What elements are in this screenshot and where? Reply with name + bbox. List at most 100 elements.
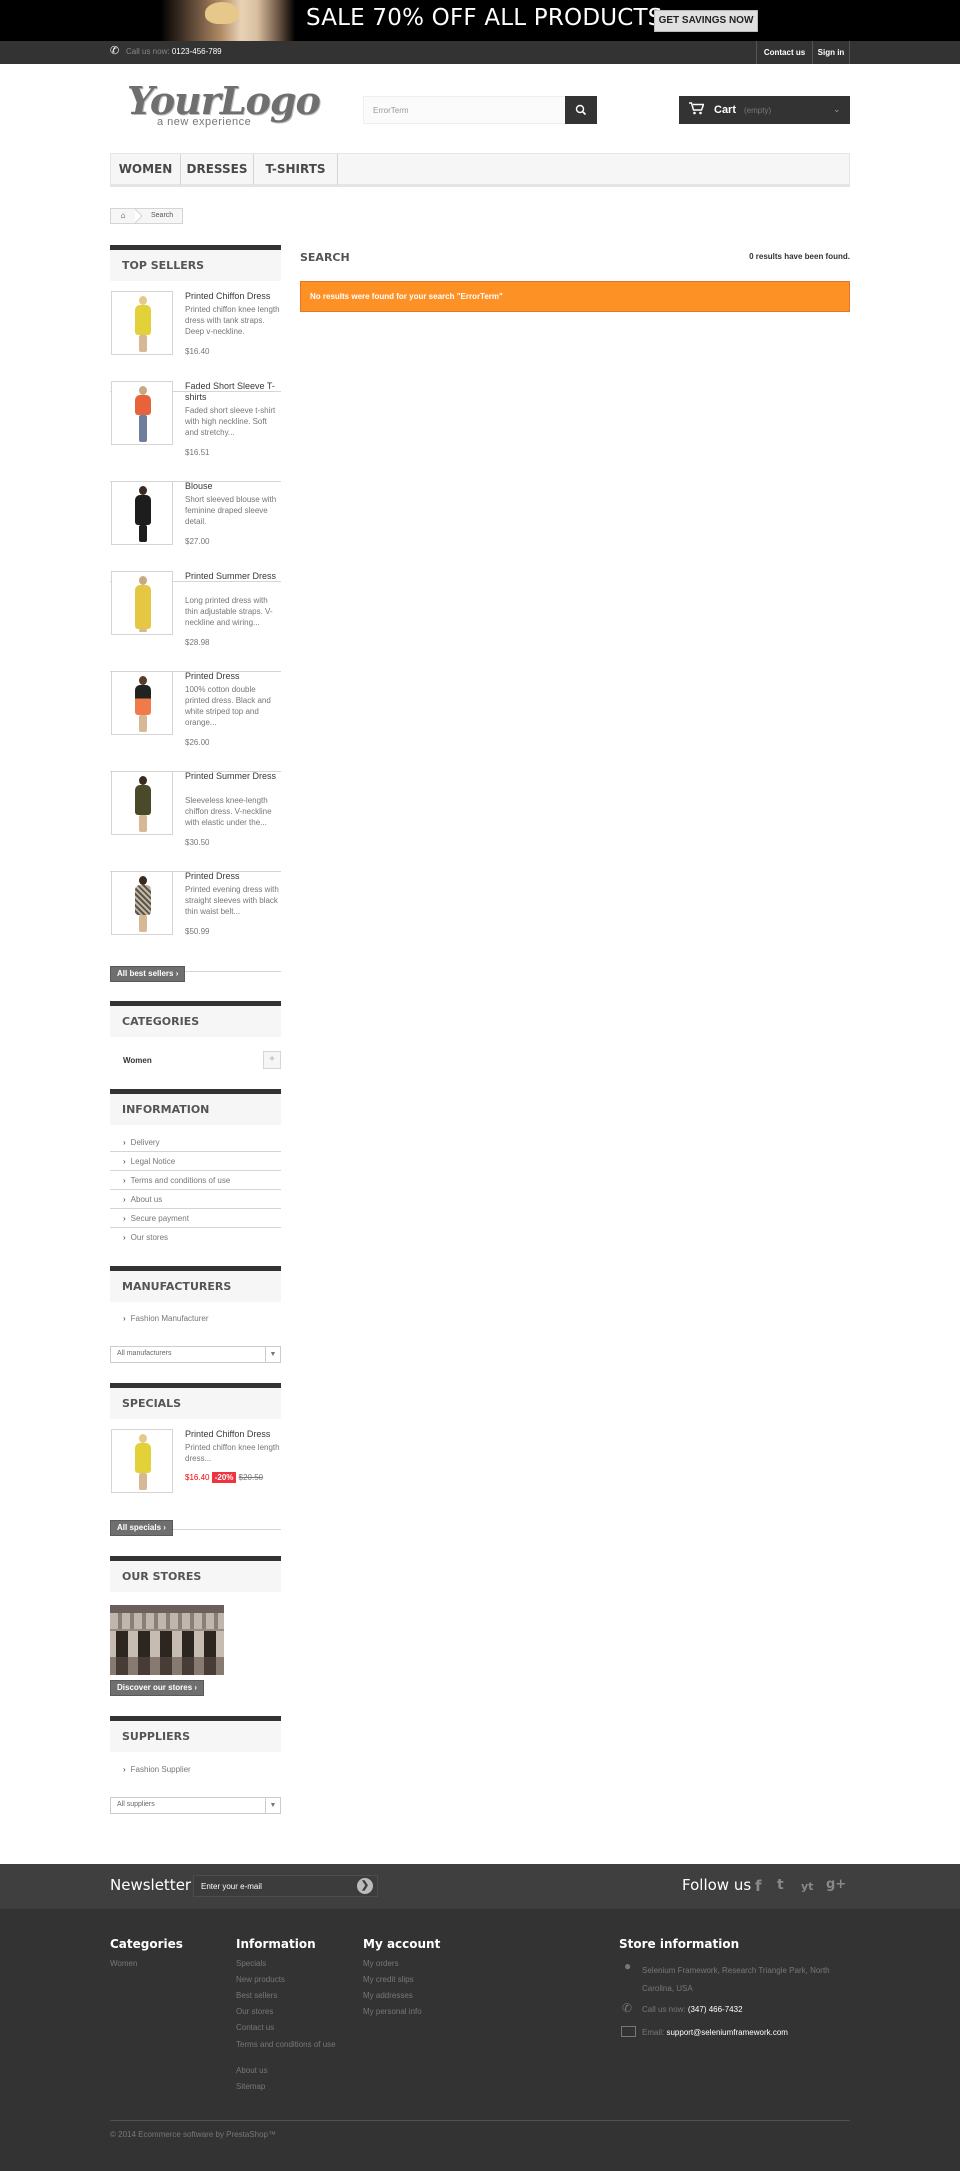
cart-icon — [689, 102, 705, 118]
product-image[interactable] — [111, 291, 173, 355]
footer-info-link[interactable]: Our stores — [236, 2007, 273, 2016]
product-name[interactable]: Faded Short Sleeve T-shirts — [185, 381, 281, 403]
info-item[interactable]: › Legal Notice — [110, 1152, 281, 1171]
manufacturers-title[interactable]: MANUFACTURERS — [110, 1266, 281, 1302]
top-nav-bar: ✆ Call us now: 0123-456-789 Contact us S… — [0, 41, 960, 64]
copyright[interactable]: © 2014 Ecommerce software by PrestaShop™ — [110, 2130, 276, 2139]
banner-sale-text: SALE 70% OFF ALL PRODUCTS — [306, 5, 663, 31]
newsletter-title: Newsletter — [110, 1876, 192, 1894]
contact-us-link[interactable]: Contact us — [756, 41, 812, 64]
product-image[interactable] — [111, 481, 173, 545]
information-title: INFORMATION — [110, 1089, 281, 1125]
main-menu: WOMEN DRESSES T-SHIRTS — [110, 153, 850, 187]
product-image[interactable] — [111, 871, 173, 935]
youtube-icon[interactable]: yt — [801, 1880, 813, 1893]
footer-account-link[interactable]: My personal info — [363, 2007, 422, 2016]
footer-account-link[interactable]: My orders — [363, 1959, 399, 1968]
suppliers-title[interactable]: SUPPLIERS — [110, 1716, 281, 1752]
category-item-women[interactable]: Women — [110, 1051, 281, 1071]
product-image[interactable] — [111, 571, 173, 635]
product-image[interactable] — [111, 771, 173, 835]
product-name[interactable]: Printed Dress — [185, 671, 281, 682]
twitter-icon[interactable]: t — [777, 1877, 784, 1893]
newsletter-email-input[interactable]: Enter your e-mail — [193, 1875, 378, 1897]
site-logo[interactable]: YourLogo a new experience — [125, 78, 321, 130]
product-name[interactable]: Blouse — [185, 481, 281, 492]
discount-badge: -20% — [211, 1472, 237, 1483]
sale-banner[interactable]: SALE 70% OFF ALL PRODUCTS GET SAVINGS NO… — [0, 0, 960, 41]
footer-account-link[interactable]: My addresses — [363, 1991, 413, 2000]
manufacturer-select[interactable]: All manufacturers ▼ — [110, 1346, 281, 1363]
product-price: $27.00 — [185, 537, 210, 546]
footer-category-link[interactable]: Women — [110, 1959, 137, 1968]
category-label: Women — [123, 1056, 152, 1065]
product-description: Sleeveless knee-length chiffon dress. V-… — [185, 796, 272, 827]
menu-item-women[interactable]: WOMEN — [111, 154, 181, 185]
our-stores-title[interactable]: OUR STORES — [110, 1556, 281, 1592]
footer-info-link[interactable]: About us — [236, 2066, 268, 2075]
call-us-text: Call us now: 0123-456-789 — [126, 47, 222, 56]
footer-info-link[interactable]: Contact us — [236, 2023, 274, 2032]
footer-divider — [110, 2120, 850, 2121]
facebook-icon[interactable]: f — [755, 1877, 762, 1895]
chevron-down-icon: ▼ — [265, 1798, 280, 1813]
footer-account-link[interactable]: My credit slips — [363, 1975, 414, 1984]
top-seller-product: Printed Summer Dress Long printed dress … — [110, 571, 281, 672]
product-description: 100% cotton double printed dress. Black … — [185, 685, 271, 727]
product-image[interactable] — [111, 671, 173, 735]
footer-info-link[interactable]: New products — [236, 1975, 285, 1984]
manufacturer-select-value: All manufacturers — [117, 1350, 172, 1357]
expand-icon[interactable]: + — [263, 1051, 281, 1069]
info-item[interactable]: › Delivery — [110, 1133, 281, 1152]
home-icon[interactable]: ⌂ — [111, 209, 135, 223]
product-name[interactable]: Printed Summer Dress — [185, 771, 281, 782]
footer-store-title: Store information — [619, 1937, 740, 1951]
product-image[interactable] — [111, 1429, 173, 1493]
chevron-right-icon: › — [194, 1683, 198, 1692]
product-image[interactable] — [111, 381, 173, 445]
product-name[interactable]: Printed Summer Dress — [185, 571, 281, 582]
footer-information-title: Information — [236, 1937, 316, 1951]
info-item[interactable]: › About us — [110, 1190, 281, 1209]
special-product: Printed Chiffon Dress Printed chiffon kn… — [110, 1429, 281, 1530]
product-price: $16.40 — [185, 347, 210, 356]
specials-title[interactable]: SPECIALS — [110, 1383, 281, 1419]
discover-stores-button[interactable]: Discover our stores › — [110, 1680, 205, 1696]
google-plus-icon[interactable]: g+ — [826, 1877, 846, 1892]
search-button[interactable] — [565, 96, 597, 124]
newsletter-bar: Newsletter Enter your e-mail ❯ Follow us… — [0, 1864, 960, 1909]
product-name[interactable]: Printed Chiffon Dress — [185, 291, 281, 302]
menu-item-dresses[interactable]: DRESSES — [181, 154, 254, 185]
info-item[interactable]: › Our stores — [110, 1228, 281, 1247]
product-name[interactable]: Printed Dress — [185, 871, 281, 882]
search-input[interactable]: ErrorTerm — [363, 96, 566, 124]
all-best-sellers-button[interactable]: All best sellers › — [110, 966, 186, 982]
sign-in-link[interactable]: Sign in — [812, 41, 850, 64]
get-savings-button[interactable]: GET SAVINGS NOW — [654, 10, 758, 32]
product-description: Short sleeved blouse with feminine drape… — [185, 495, 277, 526]
product-name[interactable]: Printed Chiffon Dress — [185, 1429, 281, 1440]
top-seller-product: Printed Summer Dress Sleeveless knee-len… — [110, 771, 281, 872]
store-image[interactable] — [110, 1605, 224, 1675]
top-sellers-title[interactable]: TOP SELLERS — [110, 245, 281, 281]
info-item[interactable]: › Terms and conditions of use — [110, 1171, 281, 1190]
all-specials-button[interactable]: All specials › — [110, 1520, 173, 1536]
info-item[interactable]: › Secure payment — [110, 1209, 281, 1228]
cart-block[interactable]: Cart (empty) ⌄ — [679, 96, 850, 124]
manufacturer-item[interactable]: › Fashion Manufacturer — [110, 1309, 281, 1328]
product-price: $16.51 — [185, 448, 210, 457]
menu-item-tshirts[interactable]: T-SHIRTS — [254, 154, 338, 185]
store-email-link[interactable]: support@seleniumframework.com — [666, 2028, 788, 2037]
banner-model-image — [160, 0, 295, 41]
newsletter-submit-icon[interactable]: ❯ — [357, 1878, 373, 1894]
supplier-select[interactable]: All suppliers ▼ — [110, 1797, 281, 1814]
footer-info-link[interactable]: Sitemap — [236, 2082, 265, 2091]
top-seller-product: Blouse Short sleeved blouse with feminin… — [110, 481, 281, 582]
supplier-item[interactable]: › Fashion Supplier — [110, 1760, 281, 1779]
footer-info-link[interactable]: Terms and conditions of use — [236, 2039, 336, 2050]
footer-info-link[interactable]: Best sellers — [236, 1991, 277, 2000]
follow-us-title: Follow us — [682, 1876, 752, 1894]
top-seller-product: Printed Dress Printed evening dress with… — [110, 871, 281, 972]
supplier-select-value: All suppliers — [117, 1801, 155, 1808]
footer-info-link[interactable]: Specials — [236, 1959, 266, 1968]
